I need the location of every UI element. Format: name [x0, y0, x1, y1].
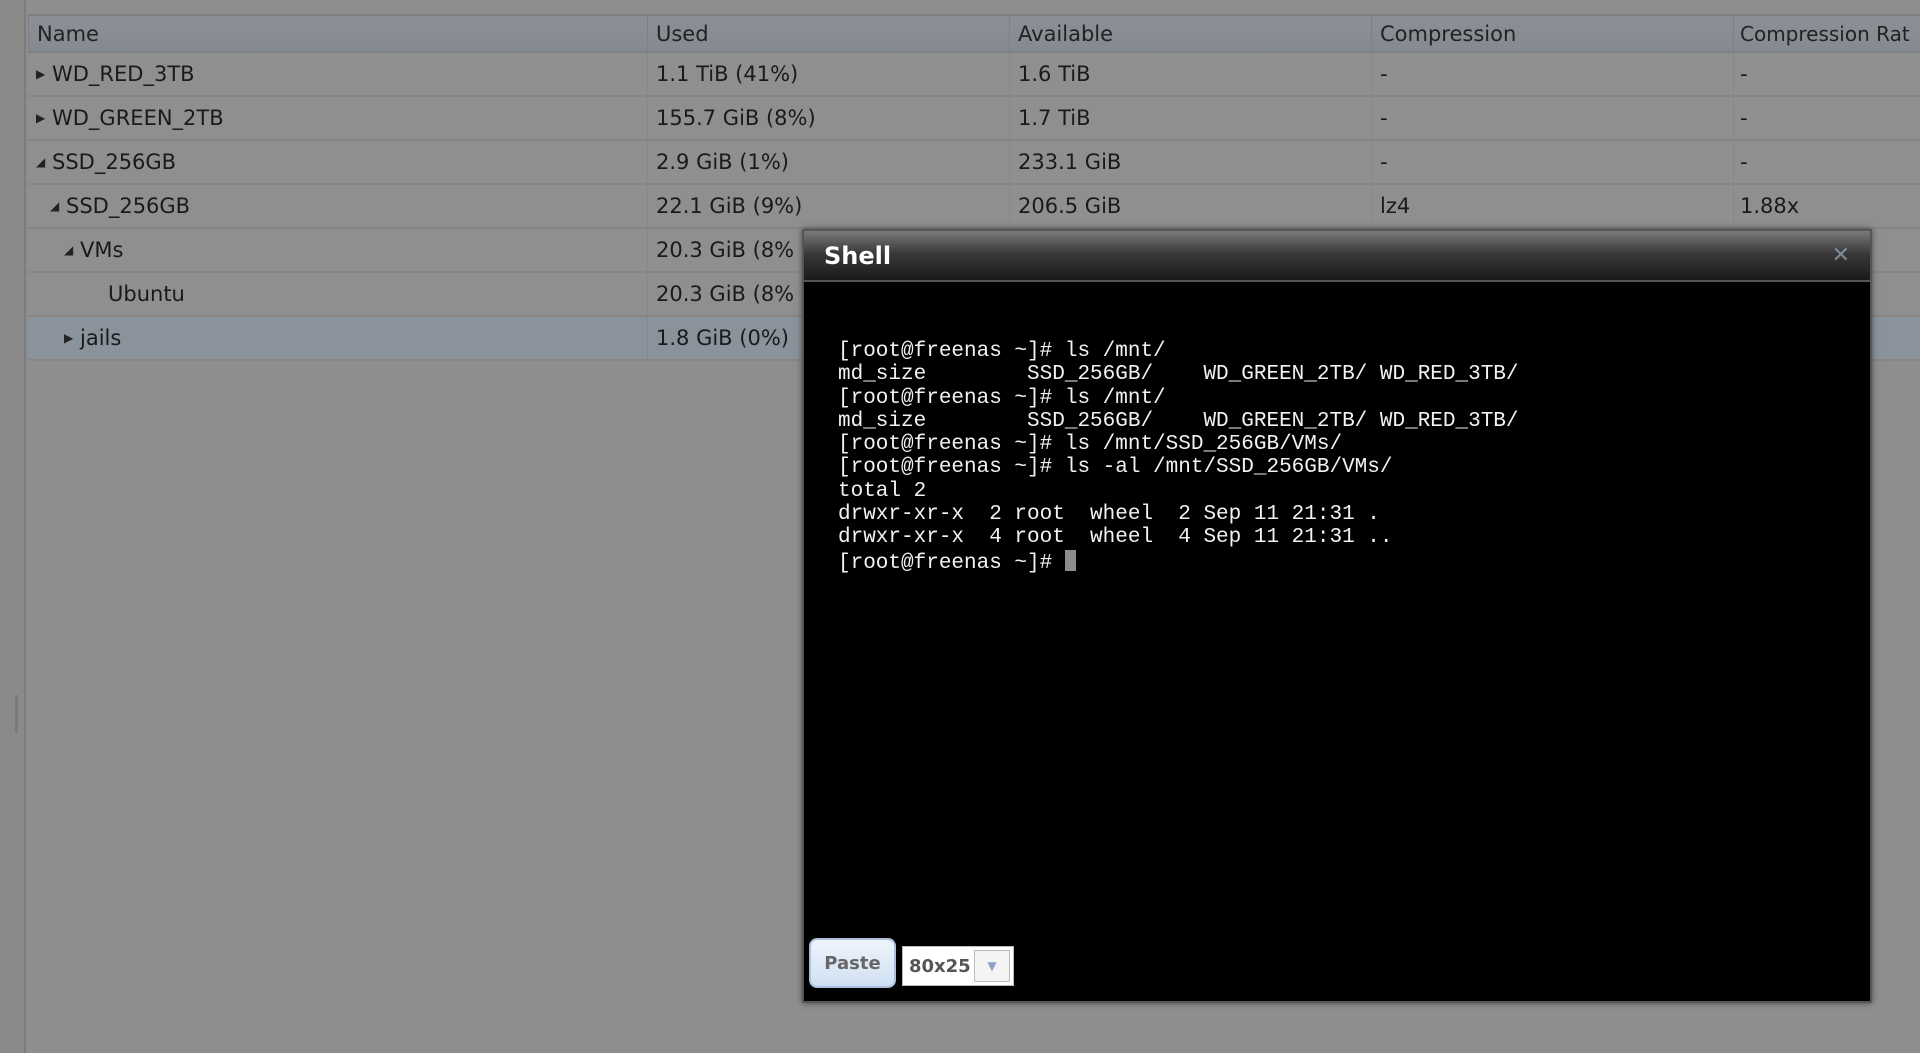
terminal-size-value: 80x25	[909, 955, 971, 977]
shell-dialog: Shell ✕ [root@freenas ~]# ls /mnt/md_siz…	[802, 229, 1872, 1003]
cell-name: ▶ jails	[28, 317, 647, 359]
terminal-line: [root@freenas ~]# ls /mnt/SSD_256GB/VMs/	[838, 433, 1519, 456]
shell-title: Shell	[824, 241, 892, 270]
column-header-used[interactable]: Used	[647, 16, 1009, 51]
cell-available: 1.7 TiB	[1009, 97, 1371, 139]
cell-compression: -	[1371, 53, 1733, 95]
terminal-output[interactable]: [root@freenas ~]# ls /mnt/md_size SSD_25…	[838, 340, 1519, 575]
terminal-line: md_size SSD_256GB/ WD_GREEN_2TB/ WD_RED_…	[838, 410, 1519, 433]
terminal-line: [root@freenas ~]# ls /mnt/	[838, 387, 1519, 410]
cell-text: lz4	[1380, 194, 1411, 218]
cell-text: 20.3 GiB (8%	[656, 282, 795, 306]
terminal-line-text: drwxr-xr-x 4 root wheel 4 Sep 11 21:31 .…	[838, 526, 1393, 550]
cell-compression: -	[1371, 141, 1733, 183]
cell-text: 155.7 GiB (8%)	[656, 106, 816, 130]
grid-header: Name Used Available Compression Compress…	[28, 14, 1920, 53]
cell-name: ◢ VMs	[28, 229, 647, 271]
terminal-line-text: [root@freenas ~]# ls /mnt/	[838, 340, 1166, 363]
cell-text: 22.1 GiB (9%)	[656, 194, 803, 218]
table-row[interactable]: ◢ SSD_256GB 2.9 GiB (1%) 233.1 GiB - -	[28, 141, 1920, 185]
cell-text: SSD_256GB	[66, 194, 191, 218]
cell-text: VMs	[80, 238, 124, 262]
cell-text: 1.6 TiB	[1018, 62, 1091, 86]
terminal-line: total 2	[838, 480, 1519, 503]
table-row[interactable]: ◢ SSD_256GB 22.1 GiB (9%) 206.5 GiB lz4 1.88x	[28, 185, 1920, 229]
expanded-triangle-icon[interactable]: ◢	[64, 243, 78, 257]
paste-button[interactable]: Paste	[809, 938, 896, 988]
terminal-line-text: [root@freenas ~]# ls /mnt/	[838, 386, 1166, 410]
terminal-line: drwxr-xr-x 2 root wheel 2 Sep 11 21:31 .	[838, 503, 1519, 526]
expanded-triangle-icon[interactable]: ◢	[36, 155, 50, 169]
cell-text: WD_RED_3TB	[52, 62, 195, 86]
terminal-line-text: md_size SSD_256GB/ WD_GREEN_2TB/ WD_RED_…	[838, 363, 1519, 387]
cell-available: 1.6 TiB	[1009, 53, 1371, 95]
cell-name: ▶ WD_GREEN_2TB	[28, 97, 647, 139]
terminal-line: [root@freenas ~]# ls /mnt/	[838, 340, 1519, 363]
cell-compression: lz4	[1371, 185, 1733, 227]
terminal-line: md_size SSD_256GB/ WD_GREEN_2TB/ WD_RED_…	[838, 363, 1519, 386]
cell-text: 1.8 GiB (0%)	[656, 326, 789, 350]
cell-ratio: 1.88x	[1733, 185, 1920, 227]
cell-text: -	[1380, 150, 1388, 174]
cell-used: 1.1 TiB (41%)	[647, 53, 1009, 95]
splitter-handle[interactable]	[15, 695, 18, 733]
cell-text: 233.1 GiB	[1018, 150, 1122, 174]
terminal-line: [root@freenas ~]#	[838, 549, 1519, 575]
expanded-triangle-icon[interactable]: ◢	[50, 199, 64, 213]
cell-text: 1.88x	[1740, 194, 1800, 218]
cell-name: ◢ SSD_256GB	[28, 185, 647, 227]
terminal-line-text: total 2	[838, 479, 927, 503]
cell-text: jails	[80, 326, 122, 350]
cell-text: 2.9 GiB (1%)	[656, 150, 789, 174]
cell-text: SSD_256GB	[52, 150, 177, 174]
cell-text: -	[1740, 62, 1748, 86]
terminal-line-text: drwxr-xr-x 2 root wheel 2 Sep 11 21:31 .	[838, 503, 1380, 527]
cell-text: Ubuntu	[108, 282, 185, 306]
chevron-down-icon[interactable]: ▼	[974, 950, 1010, 982]
cell-used: 22.1 GiB (9%)	[647, 185, 1009, 227]
collapsed-triangle-icon[interactable]: ▶	[36, 111, 50, 125]
cell-ratio: -	[1733, 141, 1920, 183]
terminal-line-text: md_size SSD_256GB/ WD_GREEN_2TB/ WD_RED_…	[838, 409, 1519, 433]
terminal-line: drwxr-xr-x 4 root wheel 4 Sep 11 21:31 .…	[838, 526, 1519, 549]
column-header-name[interactable]: Name	[28, 16, 647, 51]
cell-used: 2.9 GiB (1%)	[647, 141, 1009, 183]
cell-ratio: -	[1733, 53, 1920, 95]
cell-text: 206.5 GiB	[1018, 194, 1122, 218]
terminal-size-select[interactable]: 80x25 ▼	[902, 946, 1014, 986]
cell-name: ◢ SSD_256GB	[28, 141, 647, 183]
cell-text: 20.3 GiB (8%	[656, 238, 795, 262]
cell-ratio: -	[1733, 97, 1920, 139]
table-row[interactable]: ▶ WD_GREEN_2TB 155.7 GiB (8%) 1.7 TiB - -	[28, 97, 1920, 141]
sidebar-edge	[0, 0, 26, 1053]
column-header-compression-ratio[interactable]: Compression Rat	[1733, 16, 1920, 51]
cell-name: ▶ WD_RED_3TB	[28, 53, 647, 95]
terminal-cursor	[1064, 549, 1076, 571]
cell-available: 206.5 GiB	[1009, 185, 1371, 227]
cell-text: -	[1380, 62, 1388, 86]
terminal-line-text: [root@freenas ~]# ls /mnt/SSD_256GB/VMs/	[838, 433, 1343, 457]
cell-compression: -	[1371, 97, 1733, 139]
terminal-line: [root@freenas ~]# ls -al /mnt/SSD_256GB/…	[838, 456, 1519, 479]
cell-text: 1.1 TiB (41%)	[656, 62, 799, 86]
column-header-available[interactable]: Available	[1009, 16, 1371, 51]
cell-text: -	[1380, 106, 1388, 130]
cell-available: 233.1 GiB	[1009, 141, 1371, 183]
collapsed-triangle-icon[interactable]: ▶	[36, 67, 50, 81]
terminal-line-text: [root@freenas ~]#	[838, 551, 1065, 575]
cell-name: Ubuntu	[28, 273, 647, 315]
cell-used: 155.7 GiB (8%)	[647, 97, 1009, 139]
cell-text: 1.7 TiB	[1018, 106, 1091, 130]
terminal-line-text: [root@freenas ~]# ls -al /mnt/SSD_256GB/…	[838, 456, 1393, 480]
cell-text: WD_GREEN_2TB	[52, 106, 224, 130]
cell-text: -	[1740, 150, 1748, 174]
cell-text: -	[1740, 106, 1748, 130]
close-icon[interactable]: ✕	[1832, 243, 1850, 268]
shell-titlebar[interactable]: Shell ✕	[804, 231, 1870, 282]
collapsed-triangle-icon[interactable]: ▶	[64, 331, 78, 345]
column-header-compression[interactable]: Compression	[1371, 16, 1733, 51]
table-row[interactable]: ▶ WD_RED_3TB 1.1 TiB (41%) 1.6 TiB - -	[28, 53, 1920, 97]
